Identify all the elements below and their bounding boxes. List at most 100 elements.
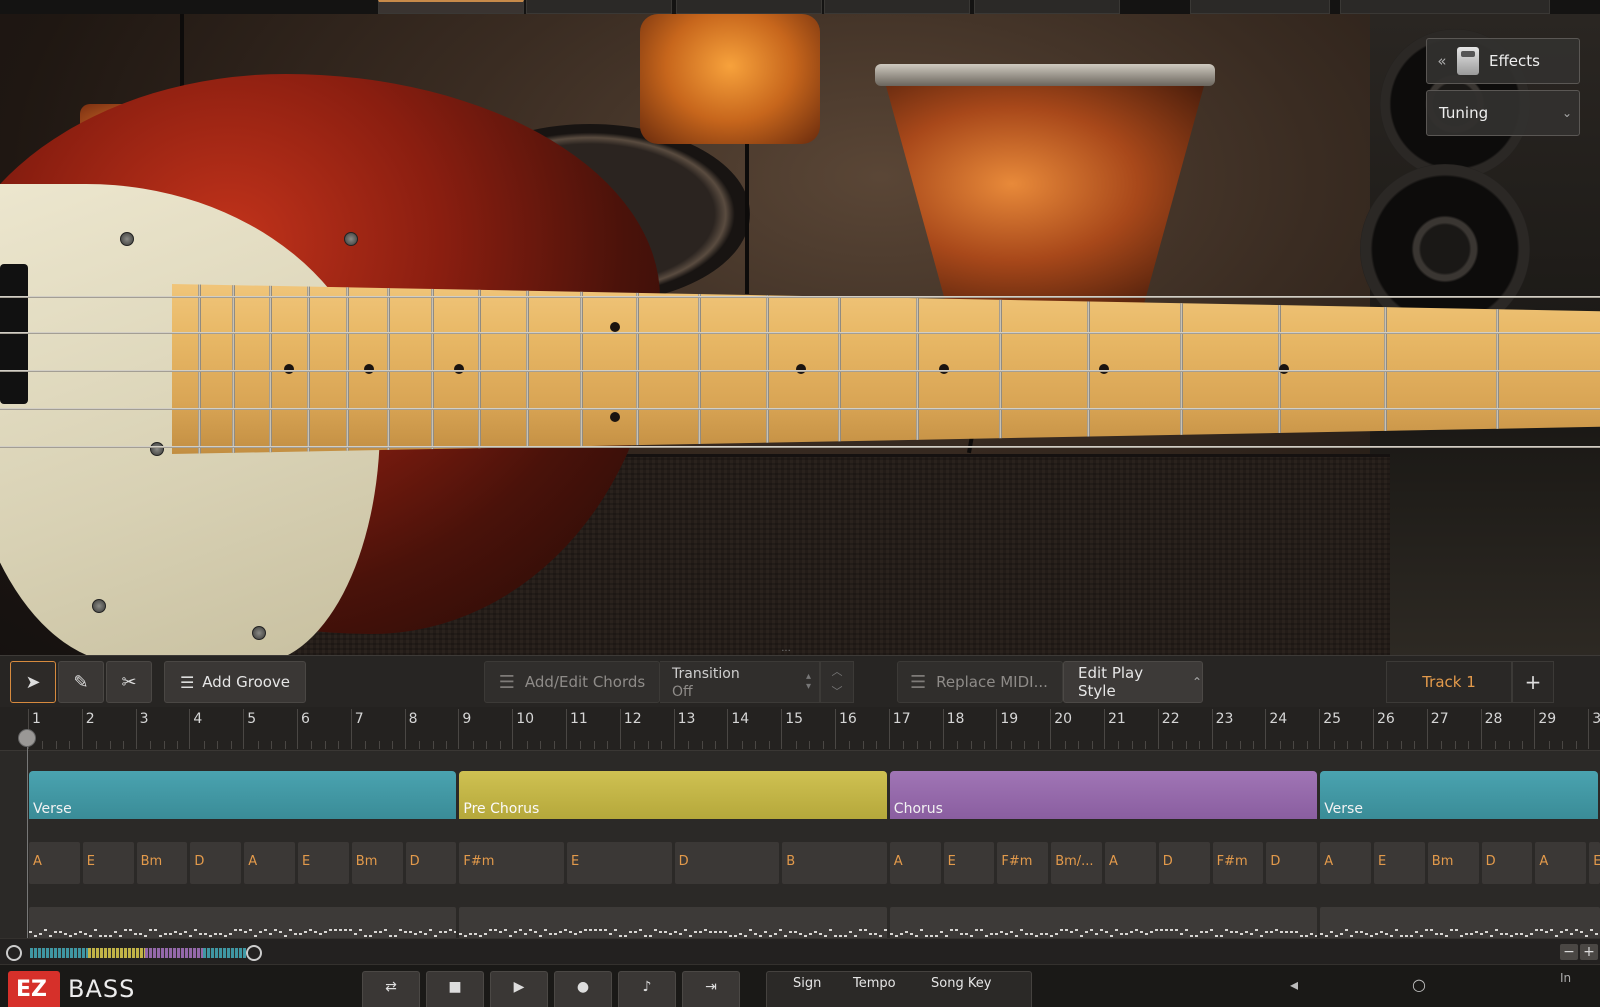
chord-block[interactable]: A: [1105, 842, 1156, 884]
beat-tick: [1347, 741, 1349, 749]
fret: [999, 284, 1002, 454]
chord-block[interactable]: E: [1374, 842, 1425, 884]
song-part-verse[interactable]: Verse: [29, 771, 457, 819]
draw-tool-button[interactable]: ✎: [58, 661, 104, 703]
timpani-rim: [875, 64, 1215, 86]
chord-block[interactable]: Bm/...: [1051, 842, 1102, 884]
chord-block[interactable]: A: [29, 842, 80, 884]
select-tool-button[interactable]: ➤: [10, 661, 56, 703]
tab-3[interactable]: [676, 0, 822, 14]
fret: [916, 284, 919, 454]
beat-tick: [876, 741, 878, 749]
volume-icon[interactable]: ◂: [1290, 975, 1298, 994]
midi-note: [424, 933, 427, 935]
chord-block[interactable]: F#m: [1212, 842, 1264, 884]
chord-block[interactable]: Bm: [351, 842, 403, 884]
midi-note: [1019, 929, 1023, 931]
tab-right-1[interactable]: [1190, 0, 1330, 14]
tab-2[interactable]: [526, 0, 672, 14]
play-button[interactable]: ▶: [490, 971, 548, 1007]
cut-tool-button[interactable]: ✂: [106, 661, 152, 703]
tab-5[interactable]: [974, 0, 1120, 14]
chord-block[interactable]: Bm: [136, 842, 188, 884]
chord-block[interactable]: E: [567, 842, 672, 884]
chord-block[interactable]: D: [405, 842, 457, 884]
tab-1[interactable]: [378, 0, 524, 14]
song-info[interactable]: Sign Tempo Song Key: [766, 971, 1032, 1007]
bar-ruler[interactable]: 1 2 3 4 5 6 7 8 9 10 11 12 13 14 15 16 17 18 19 20 21 22 23 24 2…: [0, 707, 1600, 751]
beat-tick: [1078, 741, 1080, 749]
midi-note: [1194, 935, 1198, 937]
chord-block[interactable]: Bm: [1427, 842, 1479, 884]
midi-note: [1555, 935, 1559, 937]
chord-block[interactable]: F#m: [997, 842, 1049, 884]
chord-block[interactable]: D: [190, 842, 242, 884]
overview-end-handle[interactable]: [246, 945, 262, 961]
chord-block[interactable]: D: [1481, 842, 1533, 884]
zoom-out-button[interactable]: −: [1560, 944, 1578, 960]
midi-note: [1224, 929, 1228, 931]
search-icon[interactable]: ○: [1412, 975, 1426, 994]
song-part-pre[interactable]: Pre Chorus: [459, 771, 887, 819]
midi-note: [629, 931, 633, 933]
song-part-verse[interactable]: Verse: [1320, 771, 1598, 819]
chord-block[interactable]: B: [782, 842, 887, 884]
tuning-dropdown[interactable]: Tuning ⌄: [1426, 90, 1580, 136]
chord-block[interactable]: D: [674, 842, 780, 884]
chord-block[interactable]: D: [1266, 842, 1318, 884]
edit-play-style-button[interactable]: Edit Play Style ⌃: [1063, 661, 1203, 703]
song-part-chorus[interactable]: Chorus: [889, 771, 1318, 819]
transition-selector[interactable]: Transition Off ▴ ▾: [660, 661, 820, 703]
midi-note: [79, 931, 82, 933]
chord-block[interactable]: F#m: [459, 842, 564, 884]
midi-note: [554, 933, 558, 935]
track-name[interactable]: Track 1: [1386, 661, 1512, 703]
midi-note: [199, 933, 202, 935]
add-track-button[interactable]: +: [1512, 661, 1554, 703]
midi-note: [44, 929, 47, 931]
midi-note: [1134, 929, 1138, 931]
chord-block[interactable]: E: [943, 842, 995, 884]
replace-midi-button[interactable]: ☰ Replace MIDI...: [897, 661, 1063, 703]
add-edit-chords-button[interactable]: ☰ Add/Edit Chords: [484, 661, 660, 703]
bar-line: [942, 709, 944, 749]
beat-tick: [822, 741, 824, 749]
transition-stepper[interactable]: ︿ ﹀: [820, 661, 854, 703]
follow-button[interactable]: ⇥: [682, 971, 740, 1007]
chord-block[interactable]: D: [1158, 842, 1210, 884]
chord-block[interactable]: E: [1589, 842, 1600, 884]
chord-block[interactable]: A: [1535, 842, 1587, 884]
zoom-in-button[interactable]: +: [1580, 944, 1598, 960]
midi-note: [499, 931, 503, 933]
record-button[interactable]: ●: [554, 971, 612, 1007]
overview-start-handle[interactable]: [6, 945, 22, 961]
chord-block[interactable]: E: [82, 842, 134, 884]
metronome-button[interactable]: ♪: [618, 971, 676, 1007]
instrument-scene[interactable]: « Effects Tuning ⌄: [0, 14, 1600, 665]
bar-number: 1: [32, 711, 41, 727]
chevron-down-icon[interactable]: ﹀: [821, 682, 853, 702]
effects-button[interactable]: « Effects: [1426, 38, 1580, 84]
midi-note: [524, 933, 528, 935]
midi-note: [1400, 935, 1404, 937]
fretboard[interactable]: [172, 284, 1600, 454]
tab-4[interactable]: [824, 0, 970, 14]
bar-number: 3: [139, 711, 149, 727]
fret: [838, 284, 841, 454]
midi-note: [809, 933, 813, 935]
song-track[interactable]: 1 2 3 4 5 6 7 8 9 10 11 12 13 14 15 16 17 18 19 20 21 22 23 24 2…: [0, 707, 1600, 967]
loop-button[interactable]: ⇄: [362, 971, 420, 1007]
chord-block[interactable]: A: [889, 842, 941, 884]
chevron-up-icon[interactable]: ︿: [821, 662, 853, 682]
tab-right-2[interactable]: [1340, 0, 1550, 14]
overview-strip[interactable]: [30, 948, 246, 958]
playhead: [27, 747, 28, 957]
chord-block[interactable]: A: [1320, 842, 1371, 884]
playhead-handle[interactable]: [18, 729, 36, 747]
chord-block[interactable]: A: [244, 842, 295, 884]
chord-block[interactable]: E: [298, 842, 349, 884]
bar-line: [1104, 709, 1105, 749]
midi-note: [569, 931, 573, 933]
stop-button[interactable]: ■: [426, 971, 484, 1007]
add-groove-button[interactable]: ☰ Add Groove: [164, 661, 306, 703]
